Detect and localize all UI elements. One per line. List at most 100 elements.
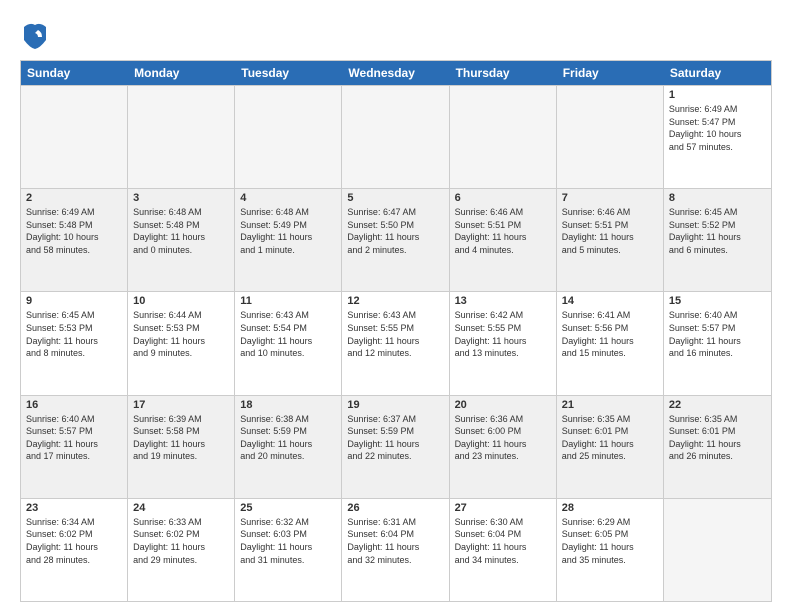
calendar-cell-3-2: 18 Sunrise: 6:38 AM Sunset: 5:59 PM Dayli… bbox=[235, 396, 342, 498]
calendar-cell-4-5: 28 Sunrise: 6:29 AM Sunset: 6:05 PM Dayli… bbox=[557, 499, 664, 601]
day-number: 18 bbox=[240, 399, 336, 411]
calendar-row-3: 16 Sunrise: 6:40 AM Sunset: 5:57 PM Dayli… bbox=[21, 395, 771, 498]
calendar-cell-4-1: 24 Sunrise: 6:33 AM Sunset: 6:02 PM Dayli… bbox=[128, 499, 235, 601]
day-info: Sunrise: 6:49 AM Sunset: 5:48 PM Dayligh… bbox=[26, 206, 122, 256]
header-day-sunday: Sunday bbox=[21, 61, 128, 85]
day-info: Sunrise: 6:43 AM Sunset: 5:55 PM Dayligh… bbox=[347, 309, 443, 359]
day-number: 1 bbox=[669, 89, 766, 101]
header-day-tuesday: Tuesday bbox=[235, 61, 342, 85]
day-number: 19 bbox=[347, 399, 443, 411]
calendar-cell-2-1: 10 Sunrise: 6:44 AM Sunset: 5:53 PM Dayli… bbox=[128, 292, 235, 394]
day-info: Sunrise: 6:46 AM Sunset: 5:51 PM Dayligh… bbox=[455, 206, 551, 256]
calendar-cell-0-4 bbox=[450, 86, 557, 188]
calendar-cell-0-1 bbox=[128, 86, 235, 188]
calendar-cell-4-3: 26 Sunrise: 6:31 AM Sunset: 6:04 PM Dayli… bbox=[342, 499, 449, 601]
header-day-saturday: Saturday bbox=[664, 61, 771, 85]
calendar-row-4: 23 Sunrise: 6:34 AM Sunset: 6:02 PM Dayli… bbox=[21, 498, 771, 601]
calendar: SundayMondayTuesdayWednesdayThursdayFrid… bbox=[20, 60, 772, 602]
day-number: 17 bbox=[133, 399, 229, 411]
day-number: 6 bbox=[455, 192, 551, 204]
day-info: Sunrise: 6:40 AM Sunset: 5:57 PM Dayligh… bbox=[26, 413, 122, 463]
calendar-cell-3-4: 20Sunrise: 6:36 AM Sunset: 6:00 PM Dayli… bbox=[450, 396, 557, 498]
day-info: Sunrise: 6:46 AM Sunset: 5:51 PM Dayligh… bbox=[562, 206, 658, 256]
calendar-cell-0-2 bbox=[235, 86, 342, 188]
day-number: 3 bbox=[133, 192, 229, 204]
day-info: Sunrise: 6:35 AM Sunset: 6:01 PM Dayligh… bbox=[562, 413, 658, 463]
calendar-cell-3-0: 16 Sunrise: 6:40 AM Sunset: 5:57 PM Dayli… bbox=[21, 396, 128, 498]
day-number: 8 bbox=[669, 192, 766, 204]
day-info: Sunrise: 6:30 AM Sunset: 6:04 PM Dayligh… bbox=[455, 516, 551, 566]
calendar-cell-2-5: 14Sunrise: 6:41 AM Sunset: 5:56 PM Dayli… bbox=[557, 292, 664, 394]
day-info: Sunrise: 6:31 AM Sunset: 6:04 PM Dayligh… bbox=[347, 516, 443, 566]
day-info: Sunrise: 6:43 AM Sunset: 5:54 PM Dayligh… bbox=[240, 309, 336, 359]
day-number: 21 bbox=[562, 399, 658, 411]
header-day-monday: Monday bbox=[128, 61, 235, 85]
page: SundayMondayTuesdayWednesdayThursdayFrid… bbox=[0, 0, 792, 612]
day-number: 5 bbox=[347, 192, 443, 204]
calendar-cell-4-0: 23 Sunrise: 6:34 AM Sunset: 6:02 PM Dayli… bbox=[21, 499, 128, 601]
calendar-cell-1-1: 3 Sunrise: 6:48 AM Sunset: 5:48 PM Daylig… bbox=[128, 189, 235, 291]
day-number: 28 bbox=[562, 502, 658, 514]
day-number: 27 bbox=[455, 502, 551, 514]
calendar-cell-1-5: 7Sunrise: 6:46 AM Sunset: 5:51 PM Daylig… bbox=[557, 189, 664, 291]
day-info: Sunrise: 6:45 AM Sunset: 5:53 PM Dayligh… bbox=[26, 309, 122, 359]
day-info: Sunrise: 6:34 AM Sunset: 6:02 PM Dayligh… bbox=[26, 516, 122, 566]
day-info: Sunrise: 6:37 AM Sunset: 5:59 PM Dayligh… bbox=[347, 413, 443, 463]
calendar-cell-4-2: 25 Sunrise: 6:32 AM Sunset: 6:03 PM Dayli… bbox=[235, 499, 342, 601]
day-info: Sunrise: 6:38 AM Sunset: 5:59 PM Dayligh… bbox=[240, 413, 336, 463]
day-info: Sunrise: 6:49 AM Sunset: 5:47 PM Dayligh… bbox=[669, 103, 766, 153]
day-info: Sunrise: 6:47 AM Sunset: 5:50 PM Dayligh… bbox=[347, 206, 443, 256]
day-number: 15 bbox=[669, 295, 766, 307]
calendar-cell-2-2: 11Sunrise: 6:43 AM Sunset: 5:54 PM Dayli… bbox=[235, 292, 342, 394]
calendar-cell-3-3: 19 Sunrise: 6:37 AM Sunset: 5:59 PM Dayli… bbox=[342, 396, 449, 498]
day-info: Sunrise: 6:32 AM Sunset: 6:03 PM Dayligh… bbox=[240, 516, 336, 566]
day-info: Sunrise: 6:40 AM Sunset: 5:57 PM Dayligh… bbox=[669, 309, 766, 359]
calendar-row-2: 9Sunrise: 6:45 AM Sunset: 5:53 PM Daylig… bbox=[21, 291, 771, 394]
calendar-cell-2-0: 9Sunrise: 6:45 AM Sunset: 5:53 PM Daylig… bbox=[21, 292, 128, 394]
day-info: Sunrise: 6:48 AM Sunset: 5:49 PM Dayligh… bbox=[240, 206, 336, 256]
day-number: 24 bbox=[133, 502, 229, 514]
day-number: 22 bbox=[669, 399, 766, 411]
day-info: Sunrise: 6:45 AM Sunset: 5:52 PM Dayligh… bbox=[669, 206, 766, 256]
header-day-wednesday: Wednesday bbox=[342, 61, 449, 85]
calendar-cell-0-3 bbox=[342, 86, 449, 188]
day-info: Sunrise: 6:35 AM Sunset: 6:01 PM Dayligh… bbox=[669, 413, 766, 463]
calendar-body: 1 Sunrise: 6:49 AM Sunset: 5:47 PM Daylig… bbox=[21, 85, 771, 601]
calendar-cell-0-6: 1 Sunrise: 6:49 AM Sunset: 5:47 PM Daylig… bbox=[664, 86, 771, 188]
day-info: Sunrise: 6:42 AM Sunset: 5:55 PM Dayligh… bbox=[455, 309, 551, 359]
calendar-cell-1-4: 6 Sunrise: 6:46 AM Sunset: 5:51 PM Daylig… bbox=[450, 189, 557, 291]
calendar-cell-0-5 bbox=[557, 86, 664, 188]
day-info: Sunrise: 6:48 AM Sunset: 5:48 PM Dayligh… bbox=[133, 206, 229, 256]
calendar-header: SundayMondayTuesdayWednesdayThursdayFrid… bbox=[21, 61, 771, 85]
day-info: Sunrise: 6:44 AM Sunset: 5:53 PM Dayligh… bbox=[133, 309, 229, 359]
header-day-thursday: Thursday bbox=[450, 61, 557, 85]
calendar-row-1: 2 Sunrise: 6:49 AM Sunset: 5:48 PM Daylig… bbox=[21, 188, 771, 291]
day-number: 13 bbox=[455, 295, 551, 307]
logo bbox=[20, 22, 54, 52]
calendar-cell-2-3: 12 Sunrise: 6:43 AM Sunset: 5:55 PM Dayli… bbox=[342, 292, 449, 394]
day-number: 25 bbox=[240, 502, 336, 514]
logo-icon bbox=[20, 22, 50, 52]
calendar-cell-3-5: 21 Sunrise: 6:35 AM Sunset: 6:01 PM Dayli… bbox=[557, 396, 664, 498]
day-number: 12 bbox=[347, 295, 443, 307]
day-info: Sunrise: 6:29 AM Sunset: 6:05 PM Dayligh… bbox=[562, 516, 658, 566]
day-number: 4 bbox=[240, 192, 336, 204]
calendar-cell-1-6: 8 Sunrise: 6:45 AM Sunset: 5:52 PM Daylig… bbox=[664, 189, 771, 291]
day-info: Sunrise: 6:36 AM Sunset: 6:00 PM Dayligh… bbox=[455, 413, 551, 463]
day-info: Sunrise: 6:39 AM Sunset: 5:58 PM Dayligh… bbox=[133, 413, 229, 463]
day-info: Sunrise: 6:33 AM Sunset: 6:02 PM Dayligh… bbox=[133, 516, 229, 566]
day-number: 23 bbox=[26, 502, 122, 514]
day-number: 10 bbox=[133, 295, 229, 307]
calendar-cell-4-4: 27 Sunrise: 6:30 AM Sunset: 6:04 PM Dayli… bbox=[450, 499, 557, 601]
calendar-cell-3-1: 17 Sunrise: 6:39 AM Sunset: 5:58 PM Dayli… bbox=[128, 396, 235, 498]
calendar-row-0: 1 Sunrise: 6:49 AM Sunset: 5:47 PM Daylig… bbox=[21, 85, 771, 188]
calendar-cell-1-3: 5 Sunrise: 6:47 AM Sunset: 5:50 PM Daylig… bbox=[342, 189, 449, 291]
day-number: 2 bbox=[26, 192, 122, 204]
calendar-cell-0-0 bbox=[21, 86, 128, 188]
header bbox=[20, 18, 772, 52]
day-number: 26 bbox=[347, 502, 443, 514]
day-number: 14 bbox=[562, 295, 658, 307]
calendar-cell-4-6 bbox=[664, 499, 771, 601]
calendar-cell-1-2: 4 Sunrise: 6:48 AM Sunset: 5:49 PM Daylig… bbox=[235, 189, 342, 291]
day-number: 16 bbox=[26, 399, 122, 411]
